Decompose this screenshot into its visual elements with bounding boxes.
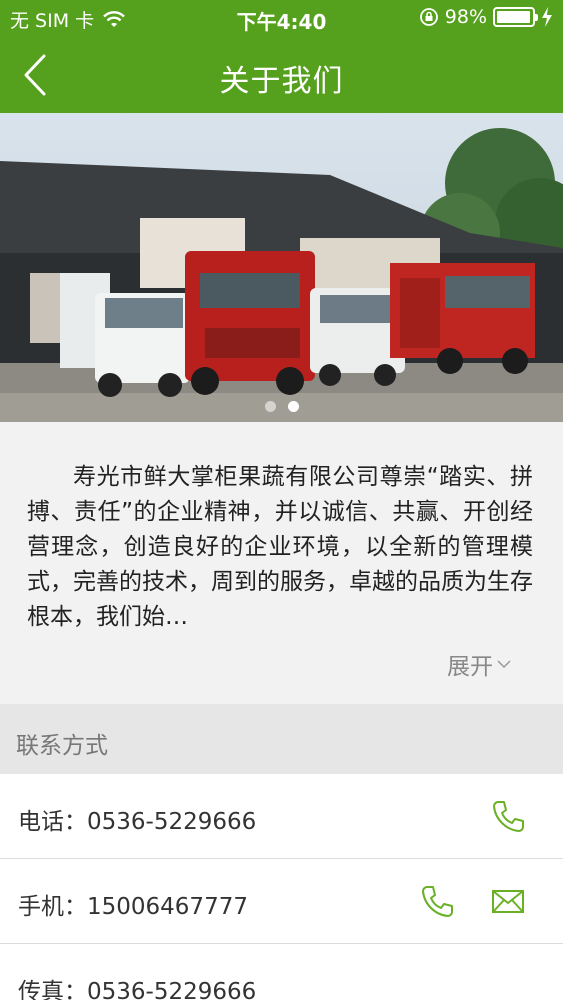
- mail-icon: [492, 890, 524, 913]
- carousel-indicator: [0, 401, 563, 412]
- call-phone-button[interactable]: [488, 796, 528, 836]
- carousel-dot[interactable]: [264, 401, 276, 412]
- section-title: 联系方式: [16, 733, 108, 759]
- fax-label: 传真：0536-5229666: [18, 979, 257, 1000]
- mobile-label: 手机：15006467777: [18, 894, 248, 920]
- phone-icon: [493, 801, 524, 832]
- orientation-lock-icon: [419, 8, 438, 26]
- battery-icon: [493, 7, 538, 27]
- nav-bar: 关于我们: [0, 38, 563, 113]
- contact-row-phone[interactable]: 电话：0536-5229666: [0, 774, 563, 859]
- battery-percent: 98%: [444, 6, 487, 28]
- call-mobile-button[interactable]: [417, 881, 457, 921]
- expand-button[interactable]: 展开: [447, 647, 511, 681]
- send-sms-button[interactable]: [488, 881, 528, 921]
- image-carousel[interactable]: [0, 113, 563, 422]
- intro-text: 寿光市鲜大掌柜果蔬有限公司尊崇“踏实、拼搏、责任”的企业精神，并以诚信、共赢、开…: [27, 464, 533, 630]
- phone-label: 电话：0536-5229666: [18, 809, 257, 835]
- page-title: 关于我们: [219, 64, 344, 99]
- contact-section-header: 联系方式: [0, 704, 563, 774]
- chevron-down-icon: [497, 660, 511, 669]
- app-header: 无 SIM 卡 下午4:40 98% 关于我们: [0, 0, 563, 113]
- charging-icon: [542, 7, 552, 27]
- phone-icon: [422, 886, 453, 917]
- banner-photo: [0, 113, 563, 422]
- contact-row-fax: 传真：0536-5229666: [0, 944, 563, 1000]
- carousel-dot[interactable]: [287, 401, 299, 412]
- contact-row-mobile[interactable]: 手机：15006467777: [0, 859, 563, 944]
- expand-label: 展开: [447, 654, 493, 680]
- company-intro: 寿光市鲜大掌柜果蔬有限公司尊崇“踏实、拼搏、责任”的企业精神，并以诚信、共赢、开…: [0, 422, 563, 704]
- status-bar: 无 SIM 卡 下午4:40 98%: [0, 0, 563, 38]
